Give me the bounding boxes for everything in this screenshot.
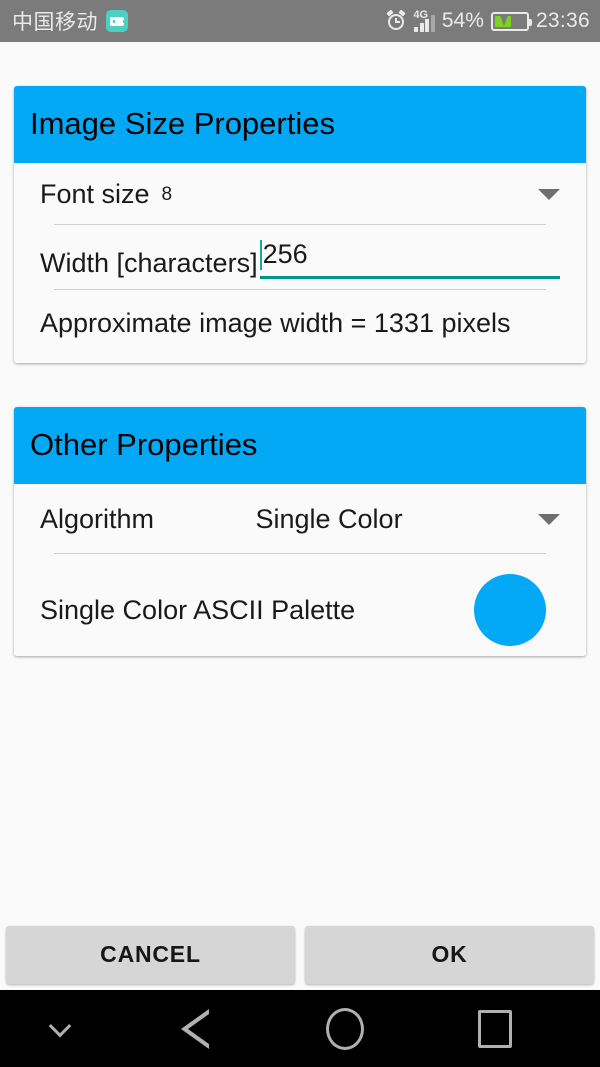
alarm-clock-icon <box>386 9 406 31</box>
algorithm-label: Algorithm <box>40 504 155 534</box>
row-width-characters[interactable]: Width [characters] 256 <box>14 225 586 289</box>
chevron-down-icon <box>48 1014 72 1037</box>
navigation-bar <box>0 990 600 1067</box>
row-approximate-width: Approximate image width = 1331 pixels <box>14 290 586 359</box>
card-title: Image Size Properties <box>30 106 335 141</box>
card-image-size-properties: Image Size Properties Font size 8 Width … <box>14 86 586 363</box>
single-color-palette-label: Single Color ASCII Palette <box>40 594 356 625</box>
home-circle-icon <box>326 1007 364 1050</box>
recents-square-icon <box>478 1009 512 1048</box>
phone-screen: 中国移动 4G 54% 23:36 Image Size Properties … <box>0 0 600 1067</box>
status-bar-left: 中国移动 <box>12 6 128 36</box>
ok-button[interactable]: OK <box>305 925 594 984</box>
nav-back-button[interactable] <box>120 990 270 1067</box>
card-other-properties: Other Properties Algorithm Single Color … <box>14 407 586 656</box>
text-caret <box>259 239 262 270</box>
chevron-down-icon[interactable] <box>538 189 560 200</box>
battery-charging-icon <box>490 11 532 31</box>
chevron-down-icon[interactable] <box>538 514 560 525</box>
algorithm-value: Single Color <box>255 504 403 534</box>
card-spacer <box>0 363 600 407</box>
carrier-name: 中国移动 <box>12 11 98 34</box>
top-spacer <box>0 42 600 86</box>
row-algorithm[interactable]: Algorithm Single Color <box>14 484 586 553</box>
approximate-width-text: Approximate image width = 1331 pixels <box>40 308 511 338</box>
color-swatch[interactable] <box>474 574 546 646</box>
width-characters-input[interactable]: 256 <box>259 239 560 279</box>
card-header-other-properties: Other Properties <box>14 407 586 484</box>
network-type-label: 4G <box>413 8 429 21</box>
dialog-scroll-area[interactable]: Image Size Properties Font size 8 Width … <box>0 42 600 919</box>
font-size-label: Font size <box>40 179 150 209</box>
dialog-button-bar: CANCEL OK <box>0 919 600 990</box>
row-single-color-palette[interactable]: Single Color ASCII Palette <box>14 554 586 652</box>
signal-bars-icon: 4G <box>413 8 435 32</box>
dialog-content: Image Size Properties Font size 8 Width … <box>0 42 600 990</box>
font-size-value: 8 <box>161 183 173 205</box>
status-bar: 中国移动 4G 54% 23:36 <box>0 0 600 42</box>
android-face-icon <box>106 10 128 32</box>
battery-percent-label: 54% <box>441 9 484 32</box>
width-characters-label: Width [characters] <box>40 248 258 278</box>
row-font-size[interactable]: Font size 8 <box>14 163 586 224</box>
width-characters-value: 256 <box>262 239 308 269</box>
card-title: Other Properties <box>30 427 258 462</box>
card-header-image-size: Image Size Properties <box>14 86 586 163</box>
nav-home-button[interactable] <box>270 990 420 1067</box>
status-clock: 23:36 <box>535 9 590 32</box>
card-body-other-properties: Algorithm Single Color Single Color ASCI… <box>14 484 586 656</box>
cancel-button[interactable]: CANCEL <box>6 925 295 984</box>
status-bar-right: 4G 54% 23:36 <box>386 9 590 33</box>
nav-hide-button[interactable] <box>0 990 120 1067</box>
nav-recents-button[interactable] <box>420 990 570 1067</box>
card-body-image-size: Font size 8 Width [characters] 256 Appro… <box>14 163 586 363</box>
